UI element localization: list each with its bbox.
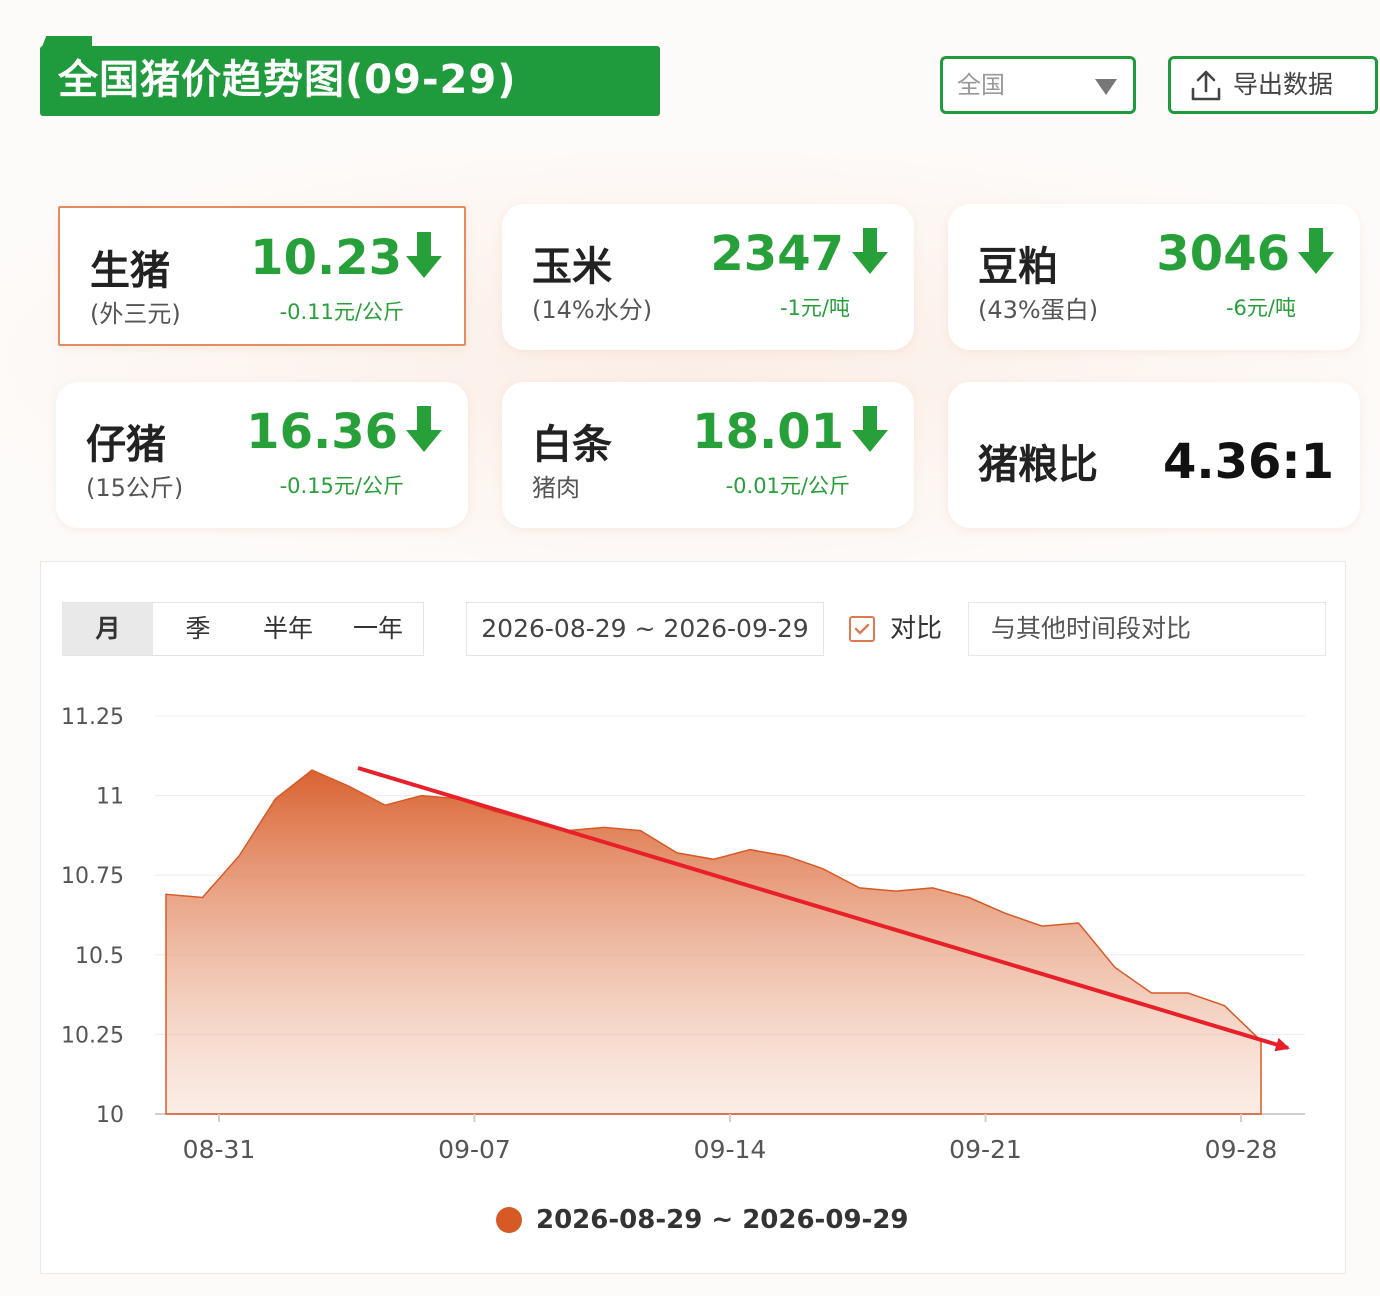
- card-name: 猪粮比: [978, 442, 1098, 488]
- card-hog[interactable]: 生猪 (外三元) 10.23 -0.11元/公斤: [58, 206, 466, 346]
- tab-month[interactable]: 月: [63, 603, 153, 655]
- period-tabs: 月 季 半年 一年: [62, 602, 424, 656]
- x-tick-label: 09-21: [949, 1135, 1022, 1164]
- card-name: 白条: [532, 422, 612, 468]
- card-subtitle: (14%水分): [532, 296, 653, 324]
- down-arrow-icon: [406, 406, 442, 452]
- y-tick-label: 10: [96, 1103, 124, 1128]
- upload-icon: [1191, 70, 1221, 101]
- down-arrow-icon: [852, 228, 888, 274]
- caret-down-icon: [1095, 79, 1117, 95]
- y-tick-label: 10.5: [75, 944, 124, 969]
- down-arrow-icon: [852, 406, 888, 452]
- card-value: 18.01: [692, 404, 844, 460]
- card-subtitle: (外三元): [90, 300, 181, 328]
- y-tick-label: 10.75: [61, 864, 124, 889]
- card-name: 玉米: [532, 244, 612, 290]
- y-tick-label: 10.25: [61, 1023, 124, 1048]
- legend-swatch[interactable]: [496, 1207, 522, 1233]
- x-tick-label: 08-31: [183, 1135, 256, 1164]
- card-subtitle: 猪肉: [532, 474, 580, 502]
- card-change: -6元/吨: [1225, 296, 1296, 320]
- page-title: 全国猪价趋势图(09-29): [58, 57, 517, 103]
- card-subtitle: (43%蛋白): [978, 296, 1099, 324]
- card-soymeal[interactable]: 豆粕 (43%蛋白) 3046 -6元/吨: [948, 204, 1360, 350]
- tab-quarter[interactable]: 季: [153, 603, 243, 655]
- card-change: -0.11元/公斤: [279, 300, 404, 324]
- card-change: -0.01元/公斤: [725, 474, 850, 498]
- card-value: 16.36: [246, 404, 398, 460]
- card-change: -1元/吨: [779, 296, 850, 320]
- date-range-input[interactable]: 2026-08-29 ~ 2026-09-29: [466, 602, 824, 656]
- x-tick-label: 09-14: [694, 1135, 767, 1164]
- region-select-value: 全国: [957, 71, 1005, 99]
- card-name: 生猪: [90, 248, 170, 294]
- card-piglet[interactable]: 仔猪 (15公斤) 16.36 -0.15元/公斤: [56, 382, 468, 528]
- x-tick-label: 09-28: [1205, 1135, 1278, 1164]
- card-value: 3046: [1156, 226, 1290, 282]
- card-value: 2347: [710, 226, 844, 282]
- tab-year[interactable]: 一年: [333, 603, 423, 655]
- y-tick-label: 11.25: [61, 705, 124, 730]
- compare-checkbox-label[interactable]: 对比: [890, 602, 942, 656]
- region-select[interactable]: 全国: [940, 56, 1136, 114]
- card-value: 10.23: [250, 230, 402, 286]
- down-arrow-icon: [406, 232, 442, 278]
- card-corn[interactable]: 玉米 (14%水分) 2347 -1元/吨: [502, 204, 914, 350]
- legend-label[interactable]: 2026-08-29 ~ 2026-09-29: [536, 1200, 909, 1240]
- down-arrow-icon: [1298, 228, 1334, 274]
- ratio-value: 4.36:1: [1162, 434, 1334, 490]
- checkbox-checked-icon[interactable]: [849, 616, 875, 642]
- card-name: 仔猪: [86, 422, 166, 468]
- card-name: 豆粕: [978, 244, 1058, 290]
- y-tick-label: 11: [96, 785, 124, 810]
- export-button-label: 导出数据: [1233, 70, 1334, 99]
- compare-period-input[interactable]: 与其他时间段对比: [968, 602, 1326, 656]
- card-pork[interactable]: 白条 猪肉 18.01 -0.01元/公斤: [502, 382, 914, 528]
- tab-half-year[interactable]: 半年: [243, 603, 333, 655]
- card-ratio[interactable]: 猪粮比 4.36:1: [948, 382, 1360, 528]
- series-area: [165, 769, 1262, 1115]
- price-area-chart: 10 10.25 10.5 10.75 11 11.25 08-31 09-07 09-14 0…: [61, 705, 1305, 1164]
- card-change: -0.15元/公斤: [279, 474, 404, 498]
- x-tick-label: 09-07: [438, 1135, 511, 1164]
- export-button[interactable]: 导出数据: [1168, 56, 1378, 114]
- card-subtitle: (15公斤): [86, 474, 184, 502]
